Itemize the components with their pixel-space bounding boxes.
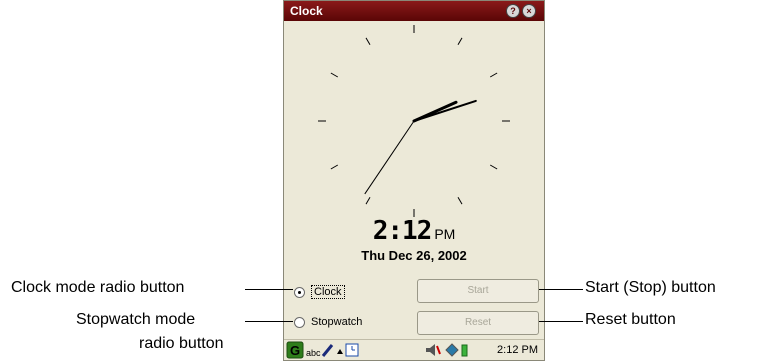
title-bar: Clock ? × [284, 1, 544, 21]
stopwatch-mode-label: Stopwatch [311, 316, 363, 328]
clock-app-window: Clock ? × 2:12 PM Thu Dec 26, 2002 Clock … [283, 0, 545, 361]
clock-tick [457, 196, 463, 205]
digital-hours: 2 [372, 216, 389, 246]
digital-minutes: 12 [402, 216, 432, 246]
network-icon[interactable] [445, 343, 459, 357]
clock-tick [489, 72, 498, 78]
leader-clock-mode [245, 289, 293, 290]
start-menu-icon[interactable]: G [286, 341, 304, 359]
callout-stopwatch-line1: Stopwatch mode [76, 311, 196, 328]
system-tray-icons [426, 343, 468, 357]
keyboard-toggle-icon[interactable] [337, 349, 343, 354]
callout-start-stop: Start (Stop) button [585, 279, 716, 296]
analog-clock-face [318, 25, 510, 217]
clock-tick [330, 164, 339, 170]
digital-date: Thu Dec 26, 2002 [361, 248, 467, 263]
taskbar-left-icons: G abc [286, 341, 359, 359]
reset-button[interactable]: Reset [417, 311, 539, 335]
start-button[interactable]: Start [417, 279, 539, 303]
clock-tick [489, 164, 498, 170]
digital-time: 2:12 PM [284, 216, 544, 246]
input-method-label[interactable]: abc [306, 348, 321, 358]
callout-reset: Reset button [585, 311, 676, 328]
taskbar: G abc 2:12 PM [284, 339, 544, 360]
clock-mode-radio[interactable] [294, 286, 305, 298]
leader-start-stop [539, 289, 583, 290]
clock-app-task-icon[interactable] [345, 343, 359, 357]
leader-stopwatch-mode [245, 321, 293, 322]
taskbar-clock[interactable]: 2:12 PM [497, 344, 538, 356]
clock-tick [365, 37, 371, 46]
volume-icon[interactable] [426, 344, 441, 356]
svg-text:G: G [290, 343, 300, 358]
help-icon[interactable]: ? [506, 4, 520, 18]
digital-separator: : [387, 216, 403, 246]
callout-stopwatch-line2: radio button [139, 335, 224, 352]
battery-icon[interactable] [461, 344, 468, 357]
clock-mode-label: Clock [311, 285, 345, 299]
minute-hand [413, 99, 477, 122]
pen-input-icon[interactable] [321, 344, 334, 357]
leader-reset [539, 321, 583, 322]
clock-tick [365, 196, 371, 205]
clock-mode-option[interactable]: Clock [294, 285, 345, 299]
close-icon[interactable]: × [522, 4, 536, 18]
digital-ampm: PM [434, 226, 456, 242]
stopwatch-mode-option[interactable]: Stopwatch [294, 316, 362, 328]
stopwatch-mode-radio[interactable] [294, 316, 305, 328]
clock-tick [330, 72, 339, 78]
window-title: Clock [290, 4, 323, 18]
clock-tick [457, 37, 463, 46]
callout-clock-mode: Clock mode radio button [11, 279, 185, 296]
second-hand [364, 120, 415, 195]
